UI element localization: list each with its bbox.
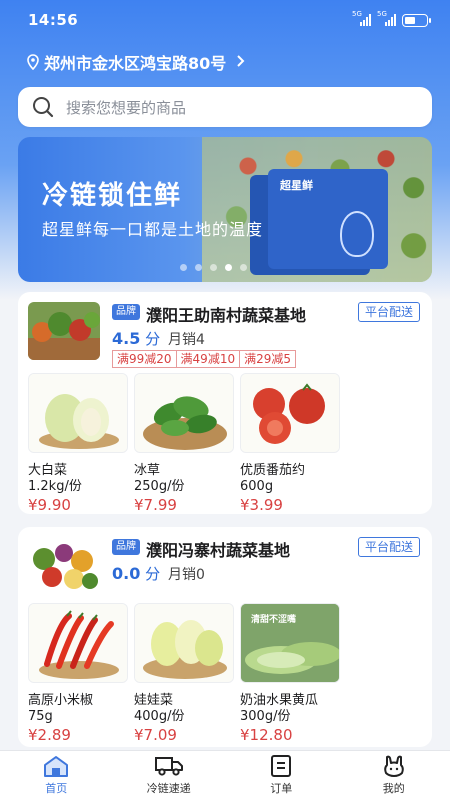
store-rating: 4.5 分 [112,328,160,349]
product-image [240,373,340,453]
tab-label: 订单 [270,782,293,795]
truck-icon [154,757,183,776]
rating-unit: 分 [145,565,161,583]
product-spec: 300g/份 [240,709,291,724]
product-spec: 400g/份 [134,709,185,724]
monthly-sales: 月销4 [168,329,205,349]
banner-pagination [180,264,247,271]
tab-label: 冷链速递 [146,782,191,795]
banner-subtitle: 超星鲜每一口都是土地的温度 [42,220,264,239]
tab-label: 我的 [382,782,405,795]
tab-label: 首页 [45,782,68,795]
order-list-icon [271,755,292,777]
signal-label: 5G [377,10,387,18]
product-card[interactable]: 娃娃菜 400g/份 ¥7.09 [134,603,234,744]
box-brand-logo: 超星鲜 [280,179,313,192]
product-price: ¥7.99 [134,496,177,514]
status-indicators: 5G 5G [352,10,431,27]
product-name: 冰草 [134,463,161,478]
promo-tags: 满99减20 满49减10 满29减5 [112,350,296,368]
product-name: 娃娃菜 [134,693,174,708]
product-row: 大白菜 1.2kg/份 ¥9.90 冰草 250g/份 ¥7.99 优质番茄约 … [28,373,340,514]
bottom-tab-bar: 首页 冷链速递 订单 我的 [0,750,450,800]
monthly-sales: 月销0 [168,564,205,584]
product-price: ¥9.90 [28,496,71,514]
product-image [28,603,128,683]
product-spec: 1.2kg/份 [28,479,82,494]
product-name: 高原小米椒 [28,693,94,708]
cold-chain-box-image: 超星鲜 [268,169,388,269]
product-spec: 75g [28,709,53,724]
product-card[interactable]: 冰草 250g/份 ¥7.99 [134,373,234,514]
signal-label: 5G [352,10,362,18]
promo-tag: 满99减20 [112,350,177,368]
tab-cold-chain[interactable]: 冷链速递 [129,755,209,796]
product-name: 优质番茄约 [240,463,306,478]
pagination-dot[interactable] [240,264,247,271]
product-name: 大白菜 [28,463,68,478]
status-time: 14:56 [28,11,79,29]
store-thumbnail [28,537,100,595]
sales-label: 月销 [168,332,196,348]
product-image [28,373,128,453]
sales-value: 0 [196,567,205,583]
product-image [134,603,234,683]
location-pin-icon [27,54,39,70]
product-image-caption: 清甜不涩嘴 [251,615,297,625]
brand-badge: 品牌 [112,304,140,320]
product-spec: 250g/份 [134,479,185,494]
store-name: 濮阳王助南村蔬菜基地 [146,306,307,325]
search-placeholder: 搜索您想要的商品 [66,98,187,117]
pagination-dot-active[interactable] [225,264,232,271]
product-card[interactable]: 大白菜 1.2kg/份 ¥9.90 [28,373,128,514]
rating-value: 4.5 [112,329,141,348]
store-name: 濮阳冯寨村蔬菜基地 [146,541,291,560]
rating-unit: 分 [145,330,161,348]
pagination-dot[interactable] [210,264,217,271]
rating-value: 0.0 [112,564,141,583]
banner-title: 冷链锁住鲜 [42,181,183,211]
promo-tag: 满29减5 [240,350,296,368]
chevron-right-icon [236,53,246,72]
tab-profile[interactable]: 我的 [354,755,434,796]
location-selector[interactable]: 郑州市金水区鸿宝路80号 [26,50,246,74]
profile-icon [383,755,404,777]
pagination-dot[interactable] [195,264,202,271]
battery-icon [402,13,431,27]
rabbit-logo-icon [340,211,374,257]
product-card[interactable]: 清甜不涩嘴 奶油水果黄瓜 300g/份 ¥12.80 [240,603,340,744]
tab-home[interactable]: 首页 [16,755,96,796]
product-card[interactable]: 优质番茄约 600g ¥3.99 [240,373,340,514]
product-card[interactable]: 高原小米椒 75g ¥2.89 [28,603,128,744]
product-spec: 600g [240,479,274,494]
product-price: ¥3.99 [240,496,283,514]
home-icon [44,756,69,777]
product-image [134,373,234,453]
search-icon [33,97,54,118]
pagination-dot[interactable] [180,264,187,271]
search-bar[interactable]: 搜索您想要的商品 [18,87,432,127]
store-rating: 0.0 分 [112,563,160,584]
product-image: 清甜不涩嘴 [240,603,340,683]
delivery-tag: 平台配送 [357,537,420,557]
status-bar: 14:56 5G 5G [0,0,450,40]
sales-label: 月销 [168,567,196,583]
store-thumbnail [28,302,100,360]
delivery-tag: 平台配送 [357,302,420,322]
store-card[interactable]: 品牌 濮阳冯寨村蔬菜基地 平台配送 0.0 分 月销0 高原小米椒 75g ¥2… [18,527,432,747]
product-price: ¥2.89 [28,726,71,744]
product-name: 奶油水果黄瓜 [240,693,319,708]
product-row: 高原小米椒 75g ¥2.89 娃娃菜 400g/份 ¥7.09 清甜不涩嘴 奶… [28,603,340,744]
sales-value: 4 [196,332,205,348]
product-price: ¥12.80 [240,726,293,744]
promo-tag: 满49减10 [176,350,241,368]
product-price: ¥7.09 [134,726,177,744]
tab-orders[interactable]: 订单 [241,755,321,796]
signal-icon: 5G [352,10,371,26]
promo-banner[interactable]: 超星鲜 冷链锁住鲜 超星鲜每一口都是土地的温度 [18,137,432,282]
signal-icon: 5G [377,10,396,26]
location-address: 郑州市金水区鸿宝路80号 [44,54,227,73]
store-card[interactable]: 品牌 濮阳王助南村蔬菜基地 平台配送 4.5 分 月销4 满99减20 满49减… [18,292,432,514]
brand-badge: 品牌 [112,539,140,555]
